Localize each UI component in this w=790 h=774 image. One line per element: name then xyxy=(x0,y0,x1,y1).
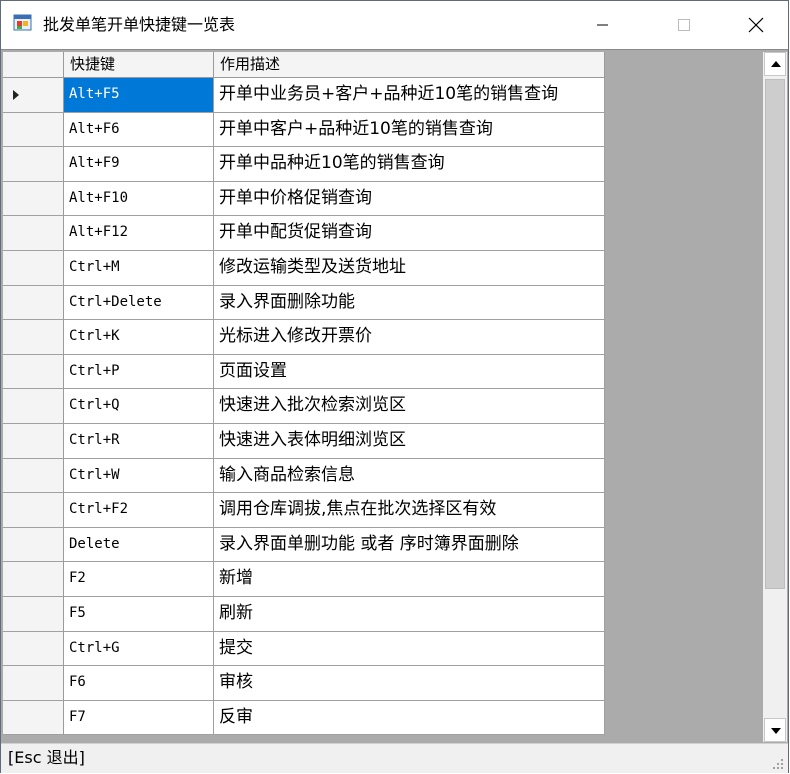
shortcut-key-cell[interactable]: Alt+F12 xyxy=(64,216,214,251)
description-cell[interactable]: 新增 xyxy=(214,562,605,597)
table-row[interactable]: Ctrl+W 输入商品检索信息 xyxy=(3,458,605,494)
description-cell[interactable]: 页面设置 xyxy=(214,354,605,390)
row-header[interactable] xyxy=(3,631,64,667)
shortcut-key-cell[interactable]: Alt+F6 xyxy=(64,112,214,148)
shortcut-key-cell[interactable]: F5 xyxy=(64,597,214,632)
row-header[interactable] xyxy=(3,320,64,355)
table-row[interactable]: Ctrl+K 光标进入修改开票价 xyxy=(3,320,605,355)
row-header[interactable] xyxy=(3,597,64,632)
description-cell[interactable]: 反审 xyxy=(214,700,605,736)
row-header[interactable] xyxy=(3,147,64,182)
description-cell[interactable]: 快速进入批次检索浏览区 xyxy=(214,389,605,424)
shortcut-key-cell[interactable]: Ctrl+W xyxy=(64,458,214,494)
description-cell[interactable]: 快速进入表体明细浏览区 xyxy=(214,424,605,459)
table-row[interactable]: Ctrl+M 修改运输类型及送货地址 xyxy=(3,251,605,286)
table-row[interactable]: Ctrl+P 页面设置 xyxy=(3,354,605,390)
description-cell[interactable]: 刷新 xyxy=(214,597,605,632)
row-header[interactable] xyxy=(3,78,64,113)
table-row[interactable]: Alt+F5 开单中业务员+客户+品种近10笔的销售查询 xyxy=(3,78,605,113)
description-cell[interactable]: 输入商品检索信息 xyxy=(214,458,605,494)
row-header[interactable] xyxy=(3,458,64,494)
shortcut-key-cell[interactable]: Ctrl+Delete xyxy=(64,285,214,321)
row-header[interactable] xyxy=(3,251,64,286)
row-header[interactable] xyxy=(3,354,64,390)
row-header-corner xyxy=(3,52,64,77)
description-cell[interactable]: 光标进入修改开票价 xyxy=(214,320,605,355)
vertical-scrollbar[interactable] xyxy=(763,52,787,742)
row-header[interactable] xyxy=(3,285,64,321)
window-title: 批发单笔开单快捷键一览表 xyxy=(43,15,236,34)
arrow-down-icon xyxy=(771,728,781,734)
description-cell[interactable]: 开单中配货促销查询 xyxy=(214,216,605,251)
shortcut-key-cell[interactable]: Alt+F5 xyxy=(64,78,214,113)
column-header-description[interactable]: 作用描述 xyxy=(214,52,605,77)
description-cell[interactable]: 开单中业务员+客户+品种近10笔的销售查询 xyxy=(214,78,605,113)
shortcut-key-cell[interactable]: F6 xyxy=(64,666,214,701)
table-row[interactable]: F2 新增 xyxy=(3,562,605,597)
row-header[interactable] xyxy=(3,181,64,217)
shortcut-key-cell[interactable]: F7 xyxy=(64,700,214,736)
shortcut-key-cell[interactable]: Ctrl+R xyxy=(64,424,214,459)
shortcut-grid[interactable]: 快捷键 作用描述 Alt+F5 开单中业务员+客户+品种近10笔的销售查询 Alt+… xyxy=(1,49,788,744)
row-header[interactable] xyxy=(3,562,64,597)
shortcut-key-cell[interactable]: Ctrl+G xyxy=(64,631,214,667)
shortcut-key-cell[interactable]: Delete xyxy=(64,527,214,563)
table-row[interactable]: Alt+F10 开单中价格促销查询 xyxy=(3,181,605,217)
table-row[interactable]: Ctrl+G 提交 xyxy=(3,631,605,667)
shortcut-key-cell[interactable]: Ctrl+M xyxy=(64,251,214,286)
shortcut-key-cell[interactable]: Ctrl+Q xyxy=(64,389,214,424)
status-bar: [Esc 退出] xyxy=(1,743,788,773)
row-header[interactable] xyxy=(3,424,64,459)
description-cell[interactable]: 审核 xyxy=(214,666,605,701)
shortcut-key-cell[interactable]: Alt+F10 xyxy=(64,181,214,217)
shortcut-window: 批发单笔开单快捷键一览表 快捷键 作用描述 Alt+F5 开单中业务员+客户+品种… xyxy=(0,0,789,773)
shortcut-key-cell[interactable]: Ctrl+P xyxy=(64,354,214,390)
column-header-shortcut[interactable]: 快捷键 xyxy=(64,52,214,77)
table-row[interactable]: Ctrl+Q 快速进入批次检索浏览区 xyxy=(3,389,605,424)
description-cell[interactable]: 提交 xyxy=(214,631,605,667)
arrow-up-icon xyxy=(771,61,781,67)
table-row[interactable]: Alt+F12 开单中配货促销查询 xyxy=(3,216,605,251)
row-header[interactable] xyxy=(3,112,64,148)
scroll-down-button[interactable] xyxy=(764,718,786,742)
shortcut-key-cell[interactable]: Ctrl+F2 xyxy=(64,493,214,528)
grid-header-row: 快捷键 作用描述 xyxy=(3,52,605,78)
description-cell[interactable]: 开单中价格促销查询 xyxy=(214,181,605,217)
description-cell[interactable]: 修改运输类型及送货地址 xyxy=(214,251,605,286)
description-cell[interactable]: 开单中品种近10笔的销售查询 xyxy=(214,147,605,182)
shortcut-key-cell[interactable]: Ctrl+K xyxy=(64,320,214,355)
description-cell[interactable]: 调用仓库调拔,焦点在批次选择区有效 xyxy=(214,493,605,528)
row-header[interactable] xyxy=(3,666,64,701)
form-app-icon xyxy=(13,14,32,31)
table-row[interactable]: F7 反审 xyxy=(3,700,605,736)
table-row[interactable]: F6 审核 xyxy=(3,666,605,701)
status-text: [Esc 退出] xyxy=(8,748,85,767)
current-row-arrow-icon xyxy=(13,90,19,100)
close-icon[interactable] xyxy=(733,1,779,49)
table-row[interactable]: Alt+F6 开单中客户+品种近10笔的销售查询 xyxy=(3,112,605,148)
table-row[interactable]: Ctrl+R 快速进入表体明细浏览区 xyxy=(3,424,605,459)
table-row[interactable]: F5 刷新 xyxy=(3,597,605,632)
description-cell[interactable]: 开单中客户+品种近10笔的销售查询 xyxy=(214,112,605,148)
row-header[interactable] xyxy=(3,700,64,736)
shortcut-key-cell[interactable]: Alt+F9 xyxy=(64,147,214,182)
shortcut-key-cell[interactable]: F2 xyxy=(64,562,214,597)
table-row[interactable]: Ctrl+Delete 录入界面删除功能 xyxy=(3,285,605,321)
description-cell[interactable]: 录入界面单删功能 或者 序时簿界面删除 xyxy=(214,527,605,563)
row-header[interactable] xyxy=(3,389,64,424)
table-row[interactable]: Delete 录入界面单删功能 或者 序时簿界面删除 xyxy=(3,527,605,563)
row-header[interactable] xyxy=(3,527,64,563)
row-header[interactable] xyxy=(3,493,64,528)
row-header[interactable] xyxy=(3,216,64,251)
maximize-icon[interactable] xyxy=(661,1,707,49)
minimize-icon[interactable] xyxy=(579,1,625,49)
scrollbar-thumb[interactable] xyxy=(765,79,785,589)
title-bar[interactable]: 批发单笔开单快捷键一览表 xyxy=(1,1,788,49)
resize-grip-icon[interactable] xyxy=(772,758,784,770)
table-row[interactable]: Alt+F9 开单中品种近10笔的销售查询 xyxy=(3,147,605,182)
description-cell[interactable]: 录入界面删除功能 xyxy=(214,285,605,321)
table-row[interactable]: Ctrl+F2 调用仓库调拔,焦点在批次选择区有效 xyxy=(3,493,605,528)
scroll-up-button[interactable] xyxy=(764,52,786,76)
